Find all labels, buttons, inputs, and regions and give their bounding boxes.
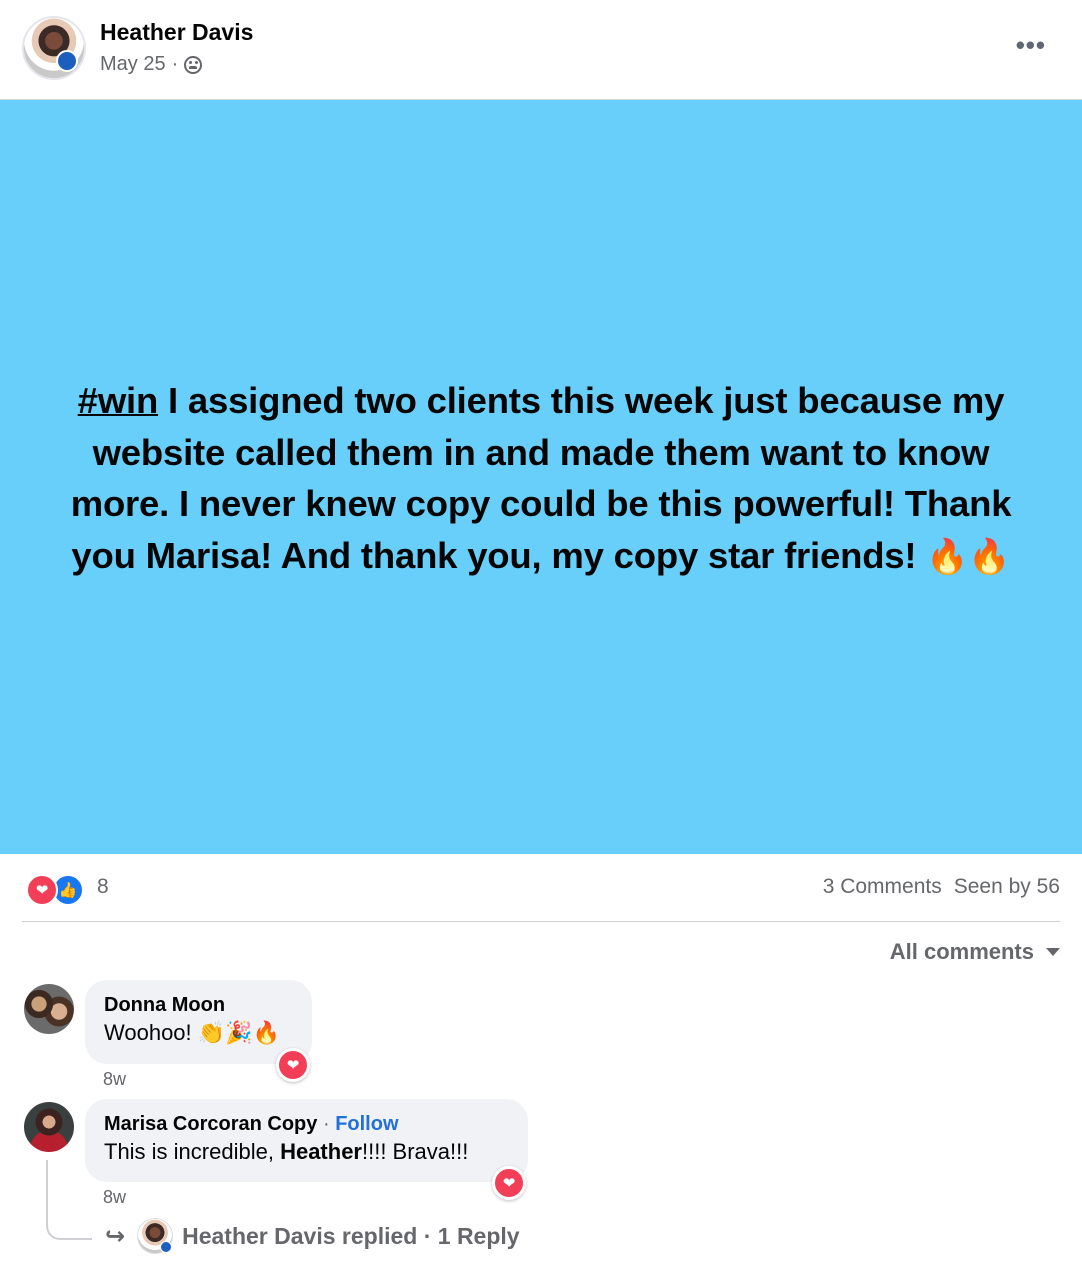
comment-author[interactable]: Marisa Corcoran Copy: [104, 1113, 317, 1135]
post-stats: ❤ 👍 8 3 Comments Seen by 56: [22, 853, 1060, 922]
comment-time[interactable]: 8w: [103, 1069, 126, 1090]
comment-text-after: !!!! Brava!!!: [362, 1139, 469, 1164]
more-options-icon[interactable]: •••: [1016, 32, 1046, 58]
reaction-count[interactable]: 8: [97, 875, 109, 899]
comment-time[interactable]: 8w: [103, 1187, 126, 1208]
post-body-text: I assigned two clients this week just be…: [70, 380, 1012, 576]
follow-button[interactable]: Follow: [335, 1113, 398, 1135]
replier-avatar: [137, 1218, 174, 1254]
comment-author-row: Marisa Corcoran Copy · Follow: [104, 1111, 510, 1137]
comment-mention[interactable]: Heather: [280, 1139, 362, 1164]
comment-filter-dropdown[interactable]: All comments: [890, 939, 1060, 965]
post-date[interactable]: May 25: [100, 53, 166, 76]
stats-right: 3 Comments Seen by 56: [823, 875, 1060, 899]
comment-bubble: Marisa Corcoran Copy · Follow This is in…: [85, 1099, 528, 1182]
profile-frame-badge: [56, 50, 78, 72]
view-replies-link[interactable]: ↪ Heather Davis replied · 1 Reply: [105, 1216, 520, 1256]
comment-text-before: This is incredible,: [104, 1139, 281, 1164]
fire-emoji: 🔥🔥: [926, 537, 1011, 576]
love-icon[interactable]: ❤: [276, 1048, 310, 1082]
comment-filter-label: All comments: [889, 939, 1034, 964]
reaction-icons[interactable]: ❤ 👍: [26, 874, 86, 906]
reply-arrow-icon: ↪: [105, 1222, 126, 1250]
reply-thread-line: [46, 1160, 92, 1240]
post-author-name[interactable]: Heather Davis: [100, 19, 253, 46]
post-header: Heather Davis May 25 · •••: [0, 0, 1082, 99]
commenter-avatar[interactable]: [24, 1102, 74, 1152]
comment-text: This is incredible, Heather!!!! Brava!!!: [104, 1137, 510, 1167]
comment-bubble: Donna Moon Woohoo! 👏🎉🔥: [85, 980, 312, 1064]
comment-author[interactable]: Donna Moon: [104, 992, 294, 1018]
hashtag-link[interactable]: #win: [78, 380, 159, 421]
caret-down-icon: [1046, 948, 1060, 956]
seen-by-count[interactable]: Seen by 56: [954, 875, 1060, 898]
comment-text: Woohoo! 👏🎉🔥: [104, 1020, 280, 1045]
author-avatar[interactable]: [22, 16, 86, 80]
post-body: #win I assigned two clients this week ju…: [40, 375, 1042, 583]
commenter-avatar[interactable]: [24, 984, 74, 1034]
group-icon: [184, 55, 203, 74]
meta-separator: ·: [171, 53, 179, 75]
love-icon[interactable]: ❤: [492, 1166, 526, 1200]
post-meta: May 25 ·: [100, 53, 203, 76]
love-icon: ❤: [26, 874, 58, 906]
follow-separator: ·: [322, 1113, 330, 1135]
reply-summary: Heather Davis replied · 1 Reply: [182, 1222, 520, 1249]
comment-count[interactable]: 3 Comments: [823, 875, 942, 898]
